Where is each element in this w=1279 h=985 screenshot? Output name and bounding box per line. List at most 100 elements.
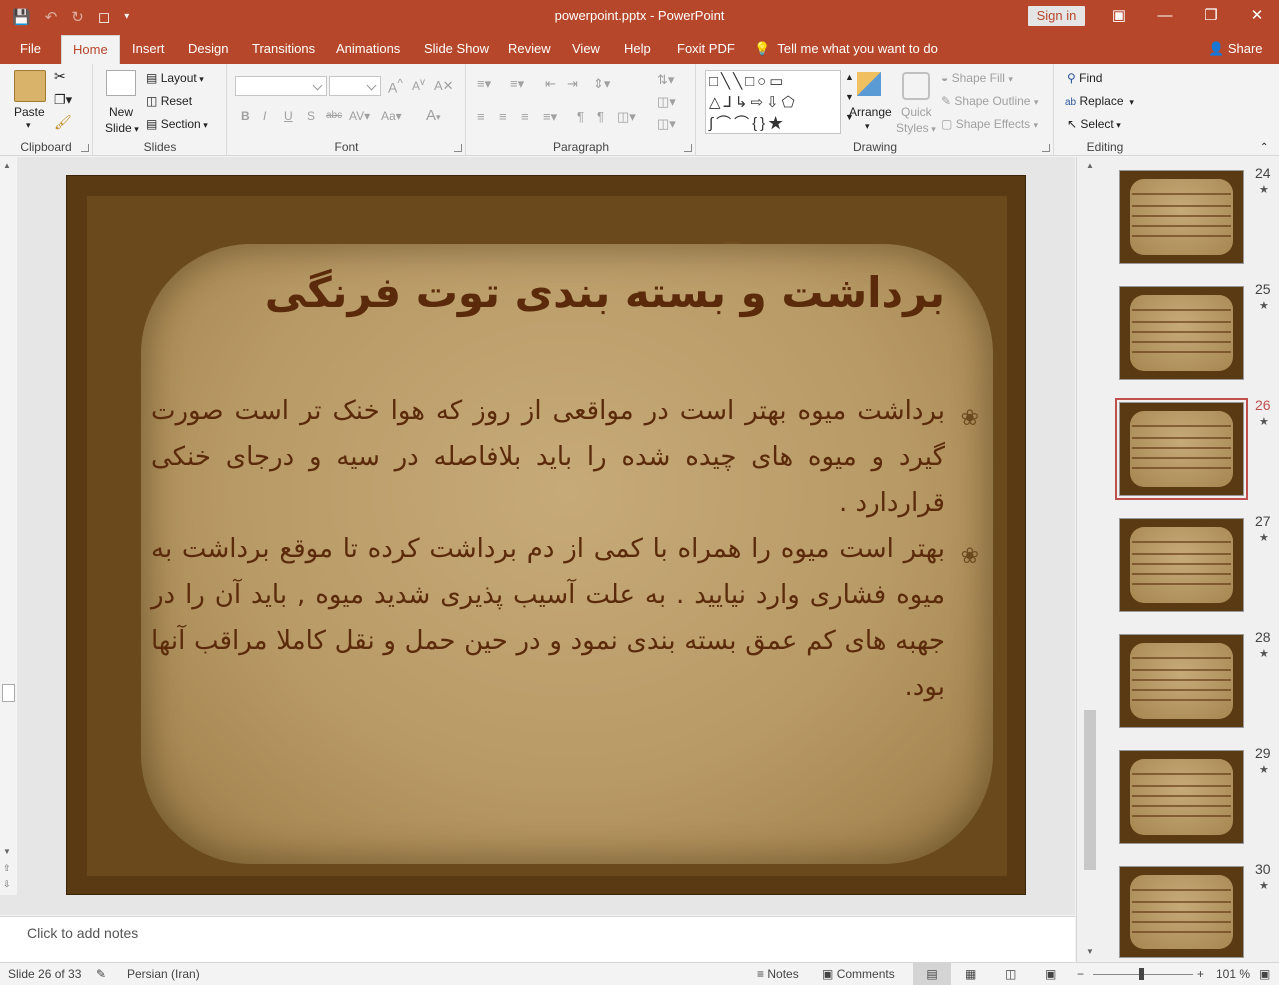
clear-formatting-icon[interactable]: A✕ bbox=[434, 78, 454, 94]
new-slide-button[interactable]: New bbox=[109, 105, 133, 119]
slide-counter[interactable]: Slide 26 of 33 bbox=[8, 967, 81, 981]
tab-slide-show[interactable]: Slide Show bbox=[424, 33, 489, 64]
next-slide-icon[interactable]: ⇩ bbox=[3, 879, 11, 890]
collapse-ribbon-icon[interactable]: ⌃ bbox=[1260, 142, 1268, 153]
restore-icon[interactable]: ❐ bbox=[1188, 0, 1234, 33]
comments-toggle[interactable]: ▣ Comments bbox=[822, 967, 895, 981]
spell-check-icon[interactable]: ✎ bbox=[96, 967, 106, 981]
numbering-icon[interactable]: ≡▾ bbox=[510, 76, 524, 92]
italic-icon[interactable]: I bbox=[263, 109, 266, 123]
slide-thumbnail[interactable] bbox=[1119, 634, 1244, 728]
slide-sorter-icon[interactable]: ▦ bbox=[965, 967, 976, 981]
language-indicator[interactable]: Persian (Iran) bbox=[127, 967, 200, 981]
slide-thumbnail[interactable] bbox=[1119, 286, 1244, 380]
shape-outline-button[interactable]: ✎ Shape Outline ▾ bbox=[941, 94, 1038, 108]
shadow-icon[interactable]: S bbox=[307, 109, 315, 123]
share-button[interactable]: 👤 Share bbox=[1208, 33, 1263, 64]
slide-body[interactable]: ❀ برداشت میوه بهتر است در مواقعی از روز ک… bbox=[151, 388, 979, 710]
previous-slide-icon[interactable]: ⇧ bbox=[3, 863, 11, 874]
grow-font-icon[interactable]: A^ bbox=[388, 77, 403, 96]
align-text-icon[interactable]: ◫▾ bbox=[657, 94, 676, 110]
format-painter-icon[interactable]: 🖌 bbox=[54, 114, 72, 131]
tab-review[interactable]: Review bbox=[508, 33, 551, 64]
ribbon-display-icon[interactable]: ▣ bbox=[1096, 0, 1142, 33]
drawing-launcher-icon[interactable] bbox=[1042, 144, 1050, 152]
zoom-level[interactable]: 101 % bbox=[1216, 967, 1250, 981]
fit-to-window-icon[interactable]: ▣ bbox=[1259, 967, 1270, 981]
font-color-icon[interactable]: A▾ bbox=[426, 107, 441, 124]
cut-icon[interactable]: ✂ bbox=[54, 68, 66, 85]
select-button[interactable]: ↖ Select ▾ bbox=[1067, 117, 1121, 131]
arrange-icon[interactable] bbox=[857, 72, 881, 96]
bold-icon[interactable]: B bbox=[241, 109, 250, 123]
normal-view-icon[interactable]: ▤ bbox=[913, 963, 951, 985]
notes-placeholder[interactable]: Click to add notes bbox=[27, 925, 138, 941]
quick-styles-button-line2[interactable]: Styles ▾ bbox=[896, 121, 936, 135]
align-center-icon[interactable]: ≡ bbox=[499, 109, 507, 124]
columns-icon[interactable]: ◫▾ bbox=[617, 109, 636, 125]
font-size-combo[interactable] bbox=[329, 76, 381, 96]
decrease-indent-icon[interactable]: ⇤ bbox=[545, 76, 556, 92]
font-family-combo[interactable] bbox=[235, 76, 327, 96]
scroll-up-icon[interactable]: ▲ bbox=[3, 161, 11, 170]
change-case-icon[interactable]: Aa▾ bbox=[381, 109, 402, 123]
section-button[interactable]: ▤ Section ▾ bbox=[146, 117, 208, 131]
arrange-button[interactable]: Arrange bbox=[849, 105, 892, 119]
zoom-slider-thumb[interactable] bbox=[1139, 968, 1144, 980]
paste-icon[interactable] bbox=[14, 70, 46, 102]
shape-effects-button[interactable]: ▢ Shape Effects ▾ bbox=[941, 117, 1038, 131]
align-left-icon[interactable]: ≡ bbox=[477, 109, 485, 124]
slide-thumbnail-selected[interactable] bbox=[1115, 398, 1248, 500]
quick-styles-icon[interactable] bbox=[902, 72, 930, 100]
layout-button[interactable]: ▤ Layout ▾ bbox=[146, 71, 204, 85]
new-slide-button-line2[interactable]: Slide ▾ bbox=[105, 121, 139, 135]
sign-in-button[interactable]: Sign in bbox=[1028, 6, 1085, 26]
notes-toggle[interactable]: ≡ Notes bbox=[757, 967, 799, 981]
close-icon[interactable]: ✕ bbox=[1234, 0, 1279, 33]
underline-icon[interactable]: U bbox=[284, 109, 293, 123]
justify-icon[interactable]: ≡▾ bbox=[543, 109, 557, 125]
paste-button[interactable]: Paste bbox=[14, 105, 45, 119]
shape-fill-button[interactable]: ◒ Shape Fill ▾ bbox=[941, 71, 1013, 85]
tab-design[interactable]: Design bbox=[188, 33, 228, 64]
tab-home[interactable]: Home bbox=[61, 35, 120, 64]
tab-animations[interactable]: Animations bbox=[336, 33, 400, 64]
notes-pane[interactable]: Click to add notes bbox=[0, 916, 1075, 962]
slide-canvas[interactable]: برداشت و بسته بندی توت فرنگی ❀ برداشت میو… bbox=[66, 175, 1026, 895]
shapes-gallery[interactable]: □╲╲□○▭ △⅃↳⇨⇩⬠ ∫⌒⌒{}★ bbox=[705, 70, 841, 134]
ltr-icon[interactable]: ¶ bbox=[577, 109, 584, 124]
tab-help[interactable]: Help bbox=[624, 33, 651, 64]
tab-foxit-pdf[interactable]: Foxit PDF bbox=[677, 33, 735, 64]
align-right-icon[interactable]: ≡ bbox=[521, 109, 529, 124]
tab-insert[interactable]: Insert bbox=[132, 33, 165, 64]
slideshow-view-icon[interactable]: ▣ bbox=[1045, 967, 1056, 981]
zoom-in-icon[interactable]: + bbox=[1197, 967, 1204, 981]
slide-thumbnail[interactable] bbox=[1119, 170, 1244, 264]
tell-me-search[interactable]: 💡 Tell me what you want to do bbox=[754, 33, 938, 64]
shrink-font-icon[interactable]: Av bbox=[412, 77, 425, 93]
slide-thumbnail[interactable] bbox=[1119, 866, 1244, 958]
left-scrollbar[interactable]: ▲ ▼ ⇧ ⇩ bbox=[0, 157, 17, 895]
tab-view[interactable]: View bbox=[572, 33, 600, 64]
line-spacing-icon[interactable]: ⇕▾ bbox=[593, 76, 610, 92]
clipboard-launcher-icon[interactable] bbox=[81, 144, 89, 152]
rtl-icon[interactable]: ¶ bbox=[597, 109, 604, 124]
slide-thumbnail[interactable] bbox=[1119, 518, 1244, 612]
text-direction-icon[interactable]: ⇅▾ bbox=[657, 72, 674, 88]
thumbnail-scroll-thumb[interactable] bbox=[1084, 710, 1096, 870]
scroll-thumb[interactable] bbox=[2, 684, 15, 702]
tab-transitions[interactable]: Transitions bbox=[252, 33, 315, 64]
minimize-icon[interactable]: — bbox=[1142, 0, 1188, 33]
reset-button[interactable]: ◫ Reset bbox=[146, 94, 192, 108]
slide-title[interactable]: برداشت و بسته بندی توت فرنگی bbox=[265, 268, 945, 317]
paste-dropdown-icon[interactable]: ▾ bbox=[26, 120, 31, 131]
copy-icon[interactable]: ❐▾ bbox=[54, 92, 72, 108]
scroll-down-icon[interactable]: ▼ bbox=[3, 847, 11, 856]
strikethrough-icon[interactable]: abc bbox=[326, 110, 342, 121]
paragraph-launcher-icon[interactable] bbox=[684, 144, 692, 152]
thumb-scroll-down-icon[interactable]: ▼ bbox=[1086, 947, 1094, 956]
replace-button[interactable]: ab Replace ▾ bbox=[1065, 94, 1134, 108]
thumb-scroll-up-icon[interactable]: ▲ bbox=[1086, 161, 1094, 170]
reading-view-icon[interactable]: ◫ bbox=[1005, 967, 1016, 981]
new-slide-icon[interactable] bbox=[106, 70, 136, 96]
